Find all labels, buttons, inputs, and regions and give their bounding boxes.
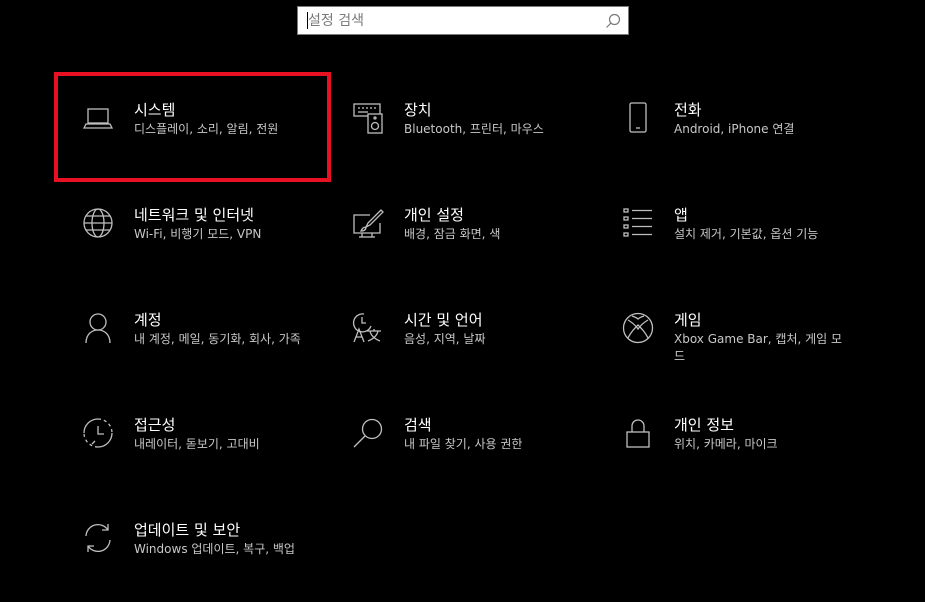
settings-tile-phone[interactable]: 전화 Android, iPhone 연결 [622,101,872,182]
tile-title: 앱 [674,206,688,224]
tile-description: 디스플레이, 소리, 알림, 전원 [134,122,279,136]
tile-title: 계정 [134,311,162,329]
tile-title: 시간 및 언어 [404,311,483,329]
tile-description: 내레이터, 돋보기, 고대비 [134,437,260,451]
settings-tile-ease-of-access[interactable]: 접근성 내레이터, 돋보기, 고대비 [82,416,332,497]
search-input[interactable] [308,7,598,34]
settings-tile-apps[interactable]: 앱 설치 제거, 기본값, 옵션 기능 [622,206,872,287]
tile-title: 게임 [674,311,702,329]
lock-icon [622,417,654,449]
tile-description: 설치 제거, 기본값, 옵션 기능 [674,227,819,241]
tile-title: 개인 정보 [674,416,734,434]
person-icon [82,312,114,344]
tile-description: Android, iPhone 연결 [674,122,795,136]
tile-title: 업데이트 및 보안 [134,521,241,539]
settings-tile-network[interactable]: 네트워크 및 인터넷 Wi-Fi, 비행기 모드, VPN [82,206,332,287]
tile-title: 개인 설정 [404,206,464,224]
tile-description: 내 계정, 메일, 동기화, 회사, 가족 [134,332,301,346]
settings-tile-time-language[interactable]: 시간 및 언어 음성, 지역, 날짜 [352,311,602,392]
globe-icon [82,207,114,239]
tile-description: Wi-Fi, 비행기 모드, VPN [134,227,262,241]
tile-title: 시스템 [134,101,176,119]
tile-title: 네트워크 및 인터넷 [134,206,254,224]
tile-description: Bluetooth, 프린터, 마우스 [404,122,544,136]
update-sync-icon [82,522,114,554]
tile-title: 접근성 [134,416,176,434]
settings-tile-personalization[interactable]: 개인 설정 배경, 잠금 화면, 색 [352,206,602,287]
tile-description: 배경, 잠금 화면, 색 [404,227,501,241]
settings-tile-update-security[interactable]: 업데이트 및 보안 Windows 업데이트, 복구, 백업 [82,521,332,602]
search-icon [352,417,384,449]
settings-tile-accounts[interactable]: 계정 내 계정, 메일, 동기화, 회사, 가족 [82,311,332,392]
settings-tile-search[interactable]: 검색 내 파일 찾기, 사용 권한 [352,416,602,497]
tile-description: 위치, 카메라, 마이크 [674,437,778,451]
time-language-icon [352,312,384,344]
text-caret [307,12,308,29]
search-icon[interactable] [604,12,622,30]
tile-title: 검색 [404,416,432,434]
search-box[interactable] [297,6,629,35]
apps-list-icon [622,207,654,239]
tile-description: 음성, 지역, 날짜 [404,332,486,346]
tile-description: 내 파일 찾기, 사용 권한 [404,437,523,451]
phone-icon [622,102,654,134]
personalization-icon [352,207,384,239]
tile-title: 전화 [674,101,702,119]
laptop-icon [82,102,114,134]
tile-title: 장치 [404,101,432,119]
tile-description: Xbox Game Bar, 캡처, 게임 모드 [674,332,843,363]
devices-icon [352,102,384,134]
tile-description: Windows 업데이트, 복구, 백업 [134,542,295,556]
ease-of-access-icon [82,417,114,449]
xbox-icon [622,312,654,344]
settings-tile-gaming[interactable]: 게임 Xbox Game Bar, 캡처, 게임 모드 [622,311,872,392]
settings-tile-privacy[interactable]: 개인 정보 위치, 카메라, 마이크 [622,416,872,497]
settings-tile-devices[interactable]: 장치 Bluetooth, 프린터, 마우스 [352,101,602,182]
settings-tile-system[interactable]: 시스템 디스플레이, 소리, 알림, 전원 [82,101,332,182]
